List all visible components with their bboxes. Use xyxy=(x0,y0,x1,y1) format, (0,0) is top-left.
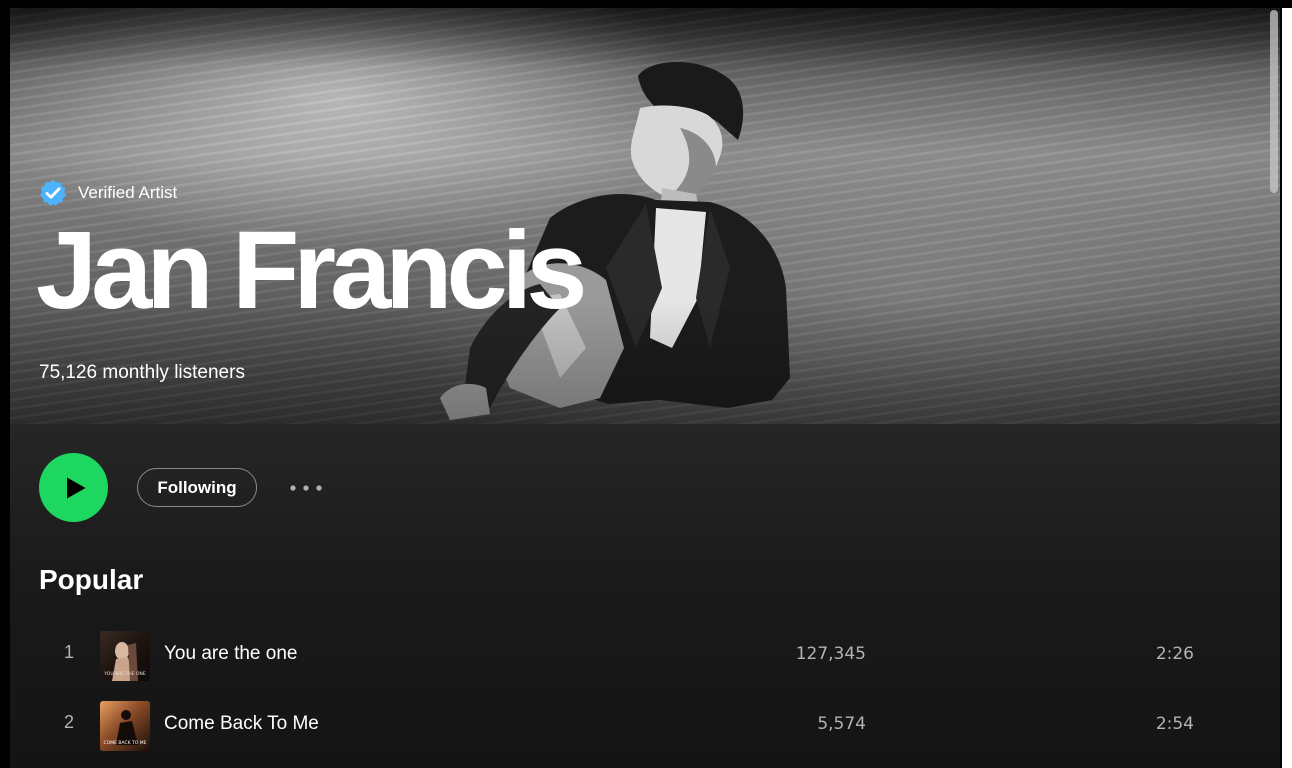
play-button[interactable] xyxy=(39,453,108,522)
scrollbar-thumb[interactable] xyxy=(1270,10,1278,193)
window-frame-top xyxy=(0,0,1292,8)
track-row[interactable]: 2 COME BACK TO ME Come Back To Me 5,574 … xyxy=(39,698,1249,754)
artist-content-area: Following Popular 1 YOU ARE THE ONE You … xyxy=(10,424,1280,768)
artist-hero-banner: Verified Artist Jan Francis 75,126 month… xyxy=(10,8,1280,424)
window-frame-right xyxy=(1280,0,1282,768)
track-title[interactable]: Come Back To Me xyxy=(164,713,319,735)
popular-section-title: Popular xyxy=(39,564,144,595)
artist-page: Verified Artist Jan Francis 75,126 month… xyxy=(10,8,1280,768)
more-options-icon xyxy=(290,485,322,491)
track-number: 2 xyxy=(63,712,74,732)
app-window: Verified Artist Jan Francis 75,126 month… xyxy=(0,0,1292,768)
track-title[interactable]: You are the one xyxy=(164,643,297,665)
monthly-listeners: 75,126 monthly listeners xyxy=(39,362,245,383)
track-number: 1 xyxy=(63,642,74,662)
play-icon xyxy=(66,477,85,498)
more-options-button[interactable] xyxy=(286,476,326,500)
track-row[interactable]: 1 YOU ARE THE ONE You are the one 127,34… xyxy=(39,628,1249,684)
scrollbar[interactable] xyxy=(1268,8,1280,444)
cover-art-image: COME BACK TO ME xyxy=(100,701,150,751)
cover-art-image: YOU ARE THE ONE xyxy=(100,631,150,681)
verified-artist-badge: Verified Artist xyxy=(38,178,177,208)
track-cover-art: YOU ARE THE ONE xyxy=(100,631,150,681)
window-frame-left xyxy=(0,0,10,768)
verified-badge-icon xyxy=(39,179,67,206)
svg-text:COME BACK TO ME: COME BACK TO ME xyxy=(104,740,147,746)
svg-text:YOU ARE THE ONE: YOU ARE THE ONE xyxy=(103,671,146,677)
artist-name: Jan Francis xyxy=(36,209,587,332)
track-play-count: 127,345 xyxy=(795,644,866,664)
track-play-count: 5,574 xyxy=(817,714,866,734)
track-duration: 2:54 xyxy=(1155,714,1194,734)
verified-artist-label: Verified Artist xyxy=(78,183,178,202)
track-duration: 2:26 xyxy=(1155,644,1194,664)
track-cover-art: COME BACK TO ME xyxy=(100,701,150,751)
following-button[interactable]: Following xyxy=(137,468,257,507)
